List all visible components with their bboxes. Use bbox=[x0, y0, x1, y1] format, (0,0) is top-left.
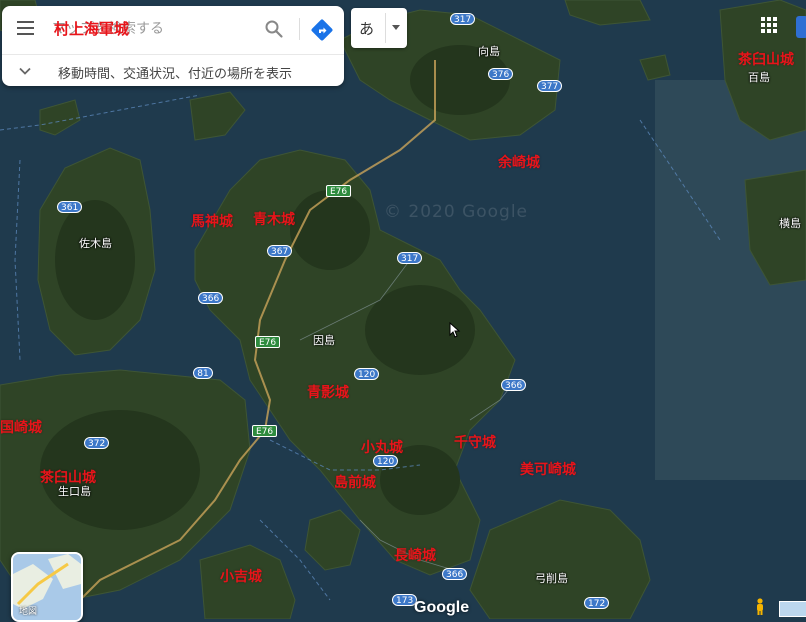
route-shield: 366 bbox=[442, 568, 468, 580]
input-method-box[interactable]: あ bbox=[351, 8, 407, 48]
route-shield: 367 bbox=[267, 245, 293, 257]
search-panel: 村上海軍城 移動時間、交通状況、付近の場所を表示 bbox=[2, 6, 344, 86]
caret-down-icon[interactable] bbox=[392, 25, 400, 30]
pegman-icon[interactable] bbox=[753, 598, 767, 616]
castle-label: 茶臼山城 bbox=[738, 52, 794, 68]
route-shield: 377 bbox=[537, 80, 563, 92]
route-shield: 366 bbox=[198, 292, 224, 304]
castle-label: 余崎城 bbox=[498, 155, 540, 171]
place-label: 横島 bbox=[779, 217, 801, 230]
menu-icon[interactable] bbox=[12, 16, 40, 40]
castle-label: 長崎城 bbox=[394, 548, 436, 564]
imagery-thumbnail[interactable] bbox=[779, 601, 806, 617]
explore-nearby-row[interactable]: 移動時間、交通状況、付近の場所を表示 bbox=[2, 54, 344, 86]
mouse-cursor-icon bbox=[449, 322, 461, 338]
expressway-shield: E76 bbox=[326, 185, 352, 197]
castle-label: 島前城 bbox=[334, 475, 376, 491]
castle-label: 小吉城 bbox=[220, 569, 262, 585]
apps-grid-icon[interactable] bbox=[761, 17, 777, 33]
map-copyright-watermark: © 2020 Google bbox=[384, 202, 529, 222]
castle-label: 美可崎城 bbox=[520, 462, 576, 478]
route-shield: 317 bbox=[397, 252, 423, 264]
chevron-down-icon bbox=[19, 67, 31, 75]
castle-label: 青木城 bbox=[253, 212, 295, 228]
map-layer-label: 地図 bbox=[19, 607, 38, 617]
route-shield: 366 bbox=[501, 379, 527, 391]
route-shield: 372 bbox=[84, 437, 110, 449]
explore-nearby-text: 移動時間、交通状況、付近の場所を表示 bbox=[58, 67, 293, 82]
directions-icon[interactable] bbox=[310, 18, 334, 42]
search-input[interactable] bbox=[50, 14, 254, 44]
place-label: 因島 bbox=[313, 334, 335, 347]
place-label: 向島 bbox=[478, 45, 500, 58]
castle-label: 青影城 bbox=[307, 385, 349, 401]
search-divider bbox=[299, 18, 300, 40]
route-shield: 376 bbox=[488, 68, 514, 80]
input-method-char: あ bbox=[359, 20, 375, 38]
expressway-shield: E76 bbox=[255, 336, 281, 348]
google-logo: Google bbox=[414, 599, 470, 616]
route-shield: 317 bbox=[450, 13, 476, 25]
place-label: 弓削島 bbox=[535, 572, 568, 585]
castle-label: 小丸城 bbox=[361, 440, 403, 456]
avatar[interactable] bbox=[796, 16, 806, 38]
search-row: 村上海軍城 bbox=[2, 6, 344, 50]
map-layer-toggle[interactable]: 地図 bbox=[11, 552, 83, 622]
castle-label: 馬神城 bbox=[191, 214, 233, 230]
castle-label: 国崎城 bbox=[0, 420, 42, 436]
castle-label: 千守城 bbox=[454, 435, 496, 451]
castle-label: 茶臼山城 bbox=[40, 470, 96, 486]
search-icon[interactable] bbox=[264, 19, 284, 39]
route-shield: 120 bbox=[354, 368, 380, 380]
satellite-map[interactable] bbox=[0, 0, 806, 619]
place-label: 佐木島 bbox=[79, 237, 112, 250]
route-shield: 81 bbox=[193, 367, 213, 379]
place-label: 百島 bbox=[748, 71, 770, 84]
route-shield: 361 bbox=[57, 201, 83, 213]
expressway-shield: E76 bbox=[252, 425, 278, 437]
input-method-divider bbox=[385, 13, 386, 43]
route-shield: 172 bbox=[584, 597, 610, 609]
